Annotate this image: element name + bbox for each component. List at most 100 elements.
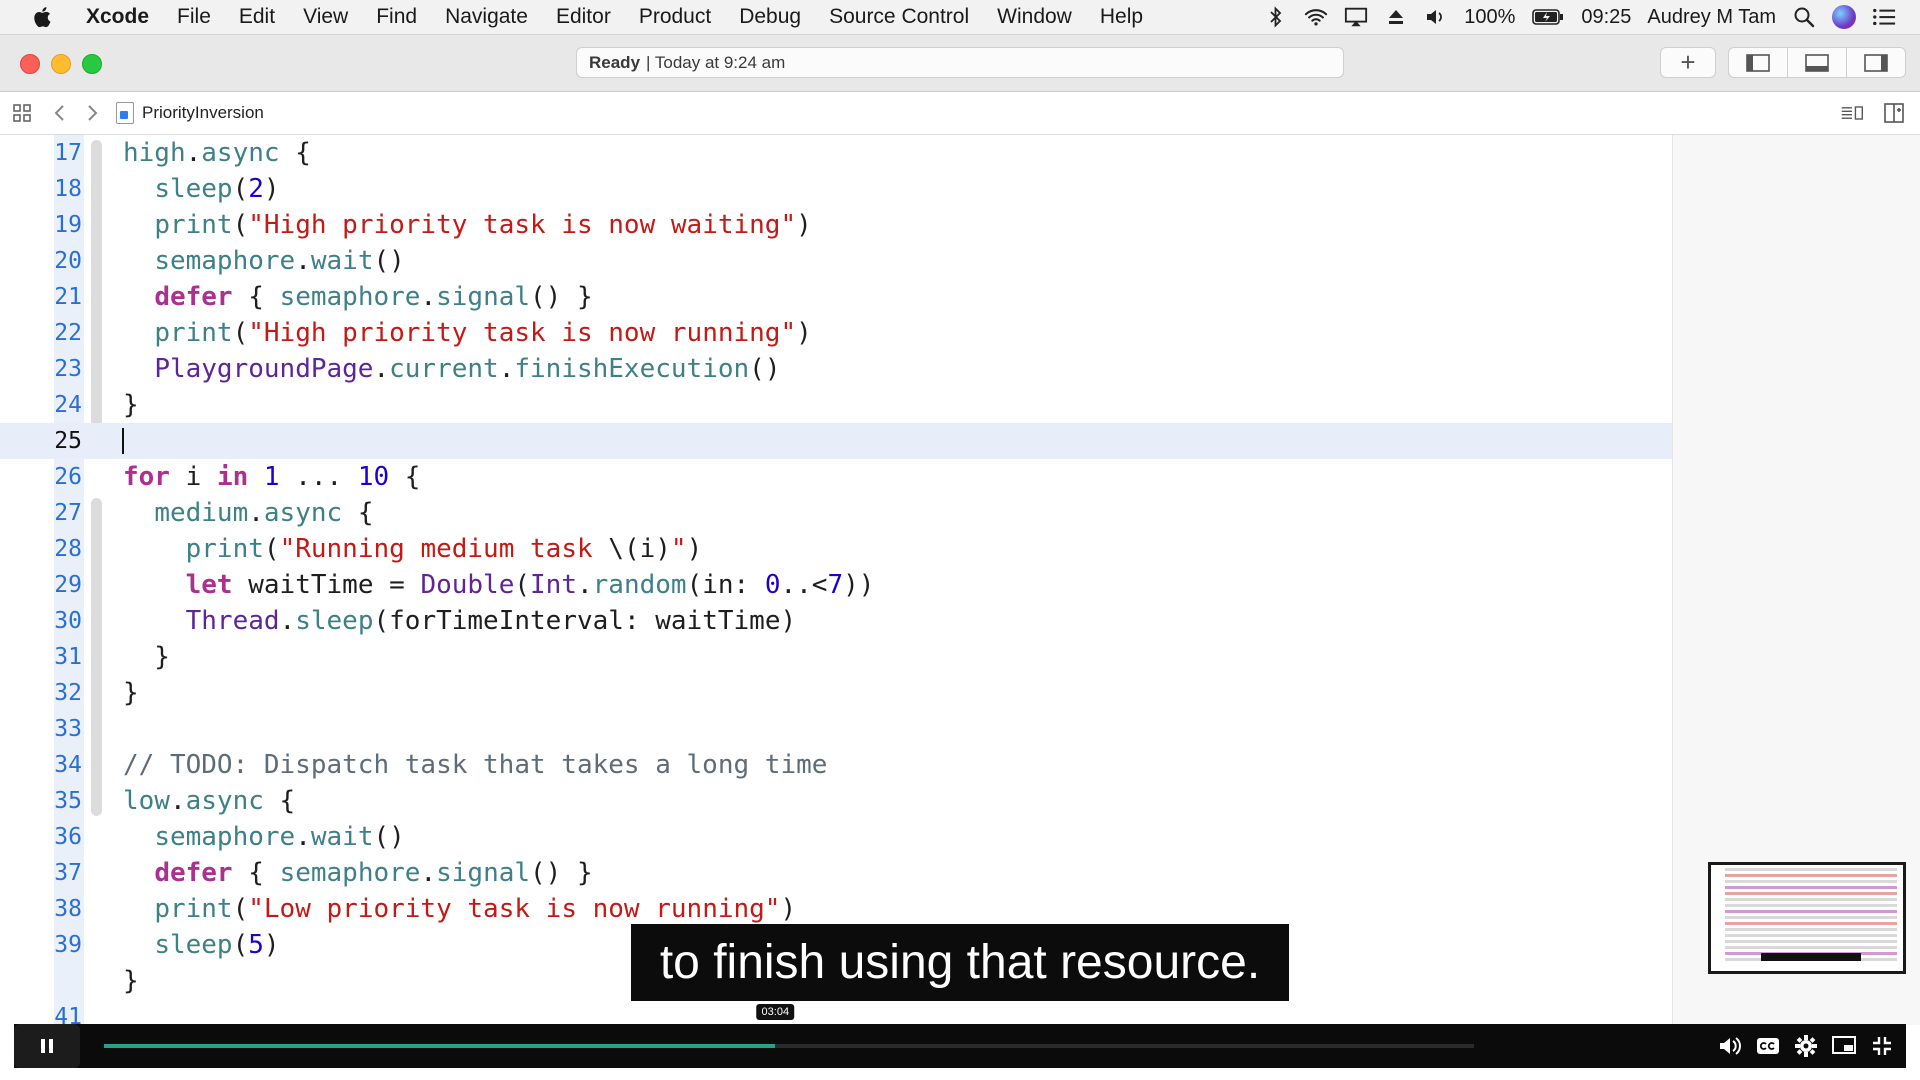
code-text[interactable]: print("High priority task is now running… bbox=[123, 315, 811, 351]
code-line[interactable]: 41 bbox=[0, 999, 1672, 1025]
code-text[interactable]: semaphore.wait() bbox=[123, 819, 404, 855]
menubar-clock[interactable]: 09:25 bbox=[1581, 6, 1631, 29]
line-number[interactable]: 35 bbox=[40, 783, 82, 819]
bluetooth-icon[interactable] bbox=[1264, 5, 1288, 29]
code-line[interactable]: 26 for i in 1 ... 10 { bbox=[0, 459, 1672, 495]
code-text[interactable]: low.async { bbox=[123, 783, 295, 819]
menu-product[interactable]: Product bbox=[625, 5, 725, 29]
code-line[interactable]: 38 print("Low priority task is now runni… bbox=[0, 891, 1672, 927]
code-text[interactable]: semaphore.wait() bbox=[123, 243, 404, 279]
line-number[interactable]: 25 bbox=[40, 423, 82, 459]
minimize-window-button[interactable] bbox=[51, 54, 71, 74]
editor-options-icon[interactable] bbox=[1840, 101, 1864, 125]
line-number[interactable]: 20 bbox=[40, 243, 82, 279]
forward-chevron-icon[interactable] bbox=[80, 101, 104, 125]
airplay-icon[interactable] bbox=[1344, 5, 1368, 29]
line-number[interactable]: 27 bbox=[40, 495, 82, 531]
notification-center-icon[interactable] bbox=[1872, 5, 1896, 29]
code-line[interactable]: 20 semaphore.wait() bbox=[0, 243, 1672, 279]
code-text[interactable]: sleep(2) bbox=[123, 171, 279, 207]
line-number[interactable]: 41 bbox=[40, 999, 82, 1025]
code-text[interactable]: Thread.sleep(forTimeInterval: waitTime) bbox=[123, 603, 797, 639]
line-number[interactable]: 23 bbox=[40, 351, 82, 387]
close-window-button[interactable] bbox=[20, 54, 40, 74]
code-line[interactable]: 33 bbox=[0, 711, 1672, 747]
code-text[interactable]: sleep(5) bbox=[123, 927, 279, 963]
battery-icon[interactable] bbox=[1531, 5, 1565, 29]
eject-icon[interactable] bbox=[1384, 5, 1408, 29]
settings-gear-icon[interactable] bbox=[1794, 1034, 1818, 1058]
menu-app-name[interactable]: Xcode bbox=[76, 5, 163, 29]
menu-navigate[interactable]: Navigate bbox=[431, 5, 542, 29]
code-line[interactable]: 22 print("High priority task is now runn… bbox=[0, 315, 1672, 351]
progress-track[interactable]: 03:04 bbox=[104, 1004, 1474, 1048]
code-line[interactable]: 35 low.async { bbox=[0, 783, 1672, 819]
line-number[interactable]: 39 bbox=[40, 927, 82, 963]
code-text[interactable]: print("High priority task is now waiting… bbox=[123, 207, 811, 243]
library-add-button[interactable]: + bbox=[1660, 47, 1716, 78]
code-line[interactable]: 30 Thread.sleep(forTimeInterval: waitTim… bbox=[0, 603, 1672, 639]
menu-find[interactable]: Find bbox=[362, 5, 431, 29]
code-line[interactable]: 32} bbox=[0, 675, 1672, 711]
code-text[interactable]: for i in 1 ... 10 { bbox=[123, 459, 420, 495]
code-line[interactable]: 19 print("High priority task is now wait… bbox=[0, 207, 1672, 243]
line-number[interactable]: 29 bbox=[40, 567, 82, 603]
menu-view[interactable]: View bbox=[289, 5, 362, 29]
zoom-window-button[interactable] bbox=[82, 54, 102, 74]
code-text[interactable]: defer { semaphore.signal() } bbox=[123, 279, 592, 315]
menu-editor[interactable]: Editor bbox=[542, 5, 625, 29]
toggle-inspector-button[interactable] bbox=[1847, 48, 1905, 77]
line-number[interactable]: 19 bbox=[40, 207, 82, 243]
toggle-navigator-button[interactable] bbox=[1729, 48, 1788, 77]
menu-window[interactable]: Window bbox=[983, 5, 1086, 29]
code-line[interactable]: 23 PlaygroundPage.current.finishExecutio… bbox=[0, 351, 1672, 387]
back-chevron-icon[interactable] bbox=[48, 101, 72, 125]
related-items-grid-icon[interactable] bbox=[10, 101, 34, 125]
line-number[interactable]: 17 bbox=[40, 135, 82, 171]
line-number[interactable]: 18 bbox=[40, 171, 82, 207]
code-text[interactable]: print("Low priority task is now running"… bbox=[123, 891, 796, 927]
line-number[interactable]: 21 bbox=[40, 279, 82, 315]
code-text[interactable]: PlaygroundPage.current.finishExecution() bbox=[123, 351, 780, 387]
siri-icon[interactable] bbox=[1832, 5, 1856, 29]
menu-file[interactable]: File bbox=[163, 5, 225, 29]
line-number[interactable]: 32 bbox=[40, 675, 82, 711]
code-line[interactable]: 25 bbox=[0, 423, 1672, 459]
apple-logo-icon[interactable] bbox=[30, 4, 56, 30]
volume-icon[interactable] bbox=[1424, 5, 1448, 29]
add-editor-icon[interactable] bbox=[1882, 101, 1906, 125]
menu-debug[interactable]: Debug bbox=[725, 5, 815, 29]
line-number[interactable]: 28 bbox=[40, 531, 82, 567]
closed-captions-icon[interactable] bbox=[1756, 1034, 1780, 1058]
code-line[interactable]: 18 sleep(2) bbox=[0, 171, 1672, 207]
code-text[interactable]: defer { semaphore.signal() } bbox=[123, 855, 592, 891]
pause-button[interactable] bbox=[14, 1024, 80, 1068]
source-editor[interactable]: 17 high.async {18 sleep(2) 19 print("High … bbox=[0, 135, 1672, 1025]
code-line[interactable]: 36 semaphore.wait() bbox=[0, 819, 1672, 855]
menu-source-control[interactable]: Source Control bbox=[815, 5, 983, 29]
line-number[interactable]: 26 bbox=[40, 459, 82, 495]
wifi-icon[interactable] bbox=[1304, 5, 1328, 29]
code-line[interactable]: 27 medium.async { bbox=[0, 495, 1672, 531]
code-text[interactable]: } bbox=[123, 387, 139, 423]
code-line[interactable]: 29 let waitTime = Double(Int.random(in: … bbox=[0, 567, 1672, 603]
code-line[interactable]: 24} bbox=[0, 387, 1672, 423]
line-number[interactable]: 34 bbox=[40, 747, 82, 783]
video-thumbnail-preview[interactable] bbox=[1708, 862, 1906, 974]
line-number[interactable]: 30 bbox=[40, 603, 82, 639]
menubar-user-name[interactable]: Audrey M Tam bbox=[1647, 6, 1776, 29]
line-number[interactable]: 33 bbox=[40, 711, 82, 747]
code-line[interactable]: 31 } bbox=[0, 639, 1672, 675]
code-text[interactable]: } bbox=[123, 963, 139, 999]
line-number[interactable]: 36 bbox=[40, 819, 82, 855]
toggle-debug-area-button[interactable] bbox=[1788, 48, 1847, 77]
line-number[interactable]: 37 bbox=[40, 855, 82, 891]
code-line[interactable]: 37 defer { semaphore.signal() } bbox=[0, 855, 1672, 891]
breadcrumb-file[interactable]: PriorityInversion bbox=[142, 103, 264, 123]
code-text[interactable]: high.async { bbox=[123, 135, 311, 171]
menu-help[interactable]: Help bbox=[1086, 5, 1157, 29]
line-number[interactable]: 22 bbox=[40, 315, 82, 351]
line-number[interactable]: 24 bbox=[40, 387, 82, 423]
code-line[interactable]: 28 print("Running medium task \(i)") bbox=[0, 531, 1672, 567]
code-text[interactable]: let waitTime = Double(Int.random(in: 0..… bbox=[123, 567, 875, 603]
